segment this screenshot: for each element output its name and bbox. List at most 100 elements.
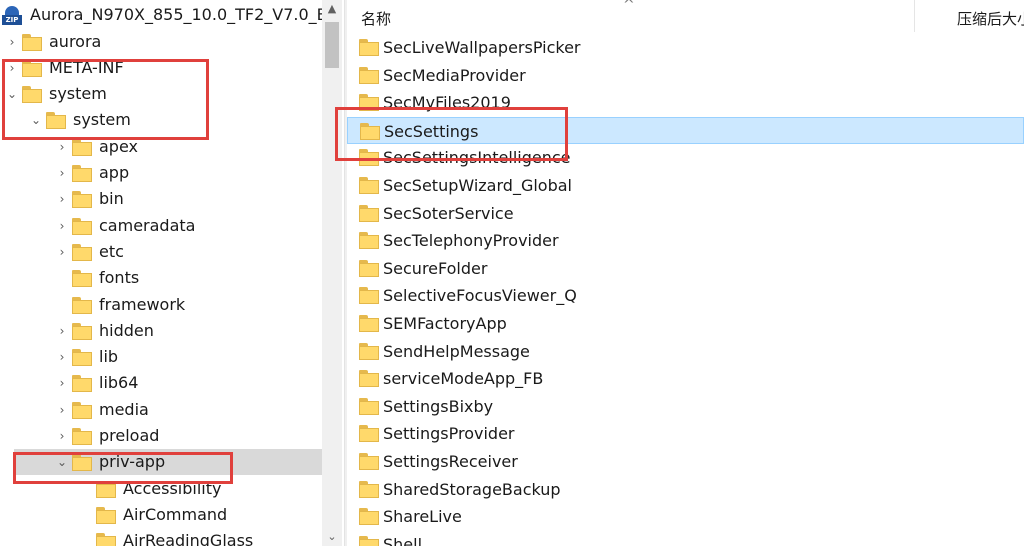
scroll-thumb[interactable] xyxy=(325,22,339,68)
tree-item[interactable]: Accessibility xyxy=(0,476,322,502)
tree-item[interactable]: ⌄ priv-app xyxy=(14,449,322,476)
file-list-item[interactable]: serviceModeApp_FB xyxy=(347,365,1024,392)
chevron-right-icon[interactable]: › xyxy=(56,397,68,423)
file-list-item[interactable]: SharedStorageBackup xyxy=(347,476,1024,503)
column-separator[interactable] xyxy=(914,0,915,32)
tree-item-label: AirReadingGlass xyxy=(123,531,254,546)
folder-icon xyxy=(359,232,379,250)
folder-icon xyxy=(359,66,379,84)
zip-archive-icon: ZIP xyxy=(2,6,22,26)
chevron-right-icon[interactable]: › xyxy=(56,134,68,160)
folder-icon xyxy=(359,342,379,360)
file-list-item-label: SettingsBixby xyxy=(383,396,494,416)
chevron-right-icon[interactable]: › xyxy=(56,344,68,370)
column-header-compressed-size[interactable]: 压缩后大小 xyxy=(957,8,1024,29)
scroll-down-icon[interactable]: ⌄ xyxy=(322,528,342,546)
chevron-right-icon[interactable]: › xyxy=(56,186,68,212)
tree-item[interactable]: › etc xyxy=(0,239,322,265)
folder-icon xyxy=(22,86,42,104)
folder-icon xyxy=(72,296,92,314)
tree-item[interactable]: › media xyxy=(0,397,322,423)
file-list-item-label: SendHelpMessage xyxy=(383,341,530,361)
file-list-item[interactable]: SecSettings xyxy=(347,116,1024,144)
file-list-item[interactable]: SecMyFiles2019 xyxy=(347,89,1024,116)
tree-item-label: META-INF xyxy=(49,57,124,77)
folder-icon xyxy=(72,454,92,472)
file-list-item-label: SEMFactoryApp xyxy=(383,314,507,333)
chevron-right-icon[interactable]: › xyxy=(56,318,68,344)
chevron-right-icon[interactable]: › xyxy=(56,423,68,449)
folder-icon xyxy=(359,370,379,388)
file-list-item-label: SecLiveWallpapersPicker xyxy=(383,38,581,57)
chevron-right-icon[interactable]: › xyxy=(56,160,68,186)
chevron-down-icon[interactable]: ⌄ xyxy=(30,107,42,133)
sort-ascending-icon: ^ xyxy=(623,0,635,13)
file-list-item[interactable]: SettingsReceiver xyxy=(347,448,1024,475)
file-list-item[interactable]: SecSettingsIntelligence xyxy=(347,144,1024,171)
chevron-down-icon[interactable]: ⌄ xyxy=(56,449,68,475)
file-list-item-label: SecMediaProvider xyxy=(383,65,526,85)
tree-item[interactable]: › preload xyxy=(0,423,322,449)
chevron-down-icon[interactable]: ⌄ xyxy=(6,81,18,107)
file-list-item[interactable]: SettingsProvider xyxy=(347,420,1024,447)
file-list-item[interactable]: SecureFolder xyxy=(347,255,1024,282)
file-list-item[interactable]: SecLiveWallpapersPicker xyxy=(347,34,1024,61)
file-list-item-label: SelectiveFocusViewer_Q xyxy=(383,286,577,306)
folder-icon xyxy=(72,191,92,209)
folder-tree: ZIP Aurora_N970X_855_10.0_TF2_V7.0_BAK ›… xyxy=(0,0,322,546)
tree-item[interactable]: › lib xyxy=(0,344,322,370)
file-list-item-label: SecSettingsIntelligence xyxy=(383,148,571,168)
file-list-item[interactable]: SelectiveFocusViewer_Q xyxy=(347,282,1024,309)
tree-item[interactable]: › bin xyxy=(0,186,322,212)
folder-icon xyxy=(359,287,379,305)
tree-item[interactable]: fonts xyxy=(0,265,322,291)
file-list-item-label: SecSoterService xyxy=(383,203,514,223)
folder-icon xyxy=(72,428,92,445)
chevron-right-icon[interactable]: › xyxy=(6,55,18,81)
chevron-right-icon[interactable]: › xyxy=(56,239,68,265)
tree-item[interactable]: › apex xyxy=(0,134,322,160)
file-list-item[interactable]: SEMFactoryApp xyxy=(347,310,1024,337)
file-list-item[interactable]: SendHelpMessage xyxy=(347,338,1024,365)
archive-root[interactable]: ZIP Aurora_N970X_855_10.0_TF2_V7.0_BAK xyxy=(0,2,322,28)
file-list-item[interactable]: SecMediaProvider xyxy=(347,62,1024,89)
tree-scrollbar[interactable]: ▲ ⌄ xyxy=(322,0,342,546)
tree-item-label: framework xyxy=(99,294,186,314)
file-list-item-label: SettingsProvider xyxy=(383,424,515,444)
tree-item[interactable]: AirCommand xyxy=(0,502,322,528)
folder-icon xyxy=(359,39,379,56)
tree-item-label: priv-app xyxy=(99,452,166,472)
tree-item[interactable]: framework xyxy=(0,292,322,318)
folder-icon xyxy=(72,375,92,393)
tree-item-label: system xyxy=(49,84,107,104)
file-list-item[interactable]: SecSoterService xyxy=(347,200,1024,227)
chevron-right-icon[interactable]: › xyxy=(56,213,68,239)
tree-item[interactable]: ⌄ system xyxy=(0,81,322,107)
folder-icon xyxy=(72,322,92,340)
tree-item[interactable]: ⌄ system xyxy=(0,107,322,133)
file-list-item[interactable]: ShareLive xyxy=(347,503,1024,530)
tree-item[interactable]: › hidden xyxy=(0,318,322,344)
tree-item[interactable]: AirReadingGlass xyxy=(0,528,322,546)
folder-icon xyxy=(96,506,116,524)
tree-item[interactable]: › app xyxy=(0,160,322,186)
tree-item[interactable]: › lib64 xyxy=(0,370,322,396)
tree-item[interactable]: › cameradata xyxy=(0,213,322,239)
column-header-name[interactable]: 名称 xyxy=(361,8,391,29)
tree-item[interactable]: › aurora xyxy=(0,29,322,55)
folder-icon xyxy=(359,480,379,498)
tree-item[interactable]: › META-INF xyxy=(0,55,322,81)
tree-item-label: etc xyxy=(99,241,124,261)
chevron-right-icon[interactable]: › xyxy=(56,370,68,396)
file-list-item[interactable]: SettingsBixby xyxy=(347,393,1024,420)
folder-tree-pane[interactable]: ZIP Aurora_N970X_855_10.0_TF2_V7.0_BAK ›… xyxy=(0,0,344,546)
file-list-pane[interactable]: 名称 ^ 压缩后大小 SecLiveWallpapersPicker SecMed… xyxy=(347,0,1024,546)
file-list-item-label: ShareLive xyxy=(383,507,462,527)
tree-item-label: Accessibility xyxy=(123,478,222,498)
chevron-right-icon[interactable]: › xyxy=(6,29,18,55)
tree-item-label: AirCommand xyxy=(123,504,228,524)
file-list-item[interactable]: Shell xyxy=(347,531,1024,546)
file-list-item[interactable]: SecSetupWizard_Global xyxy=(347,172,1024,199)
file-list-item[interactable]: SecTelephonyProvider xyxy=(347,227,1024,254)
scroll-up-icon[interactable]: ▲ xyxy=(322,0,342,18)
